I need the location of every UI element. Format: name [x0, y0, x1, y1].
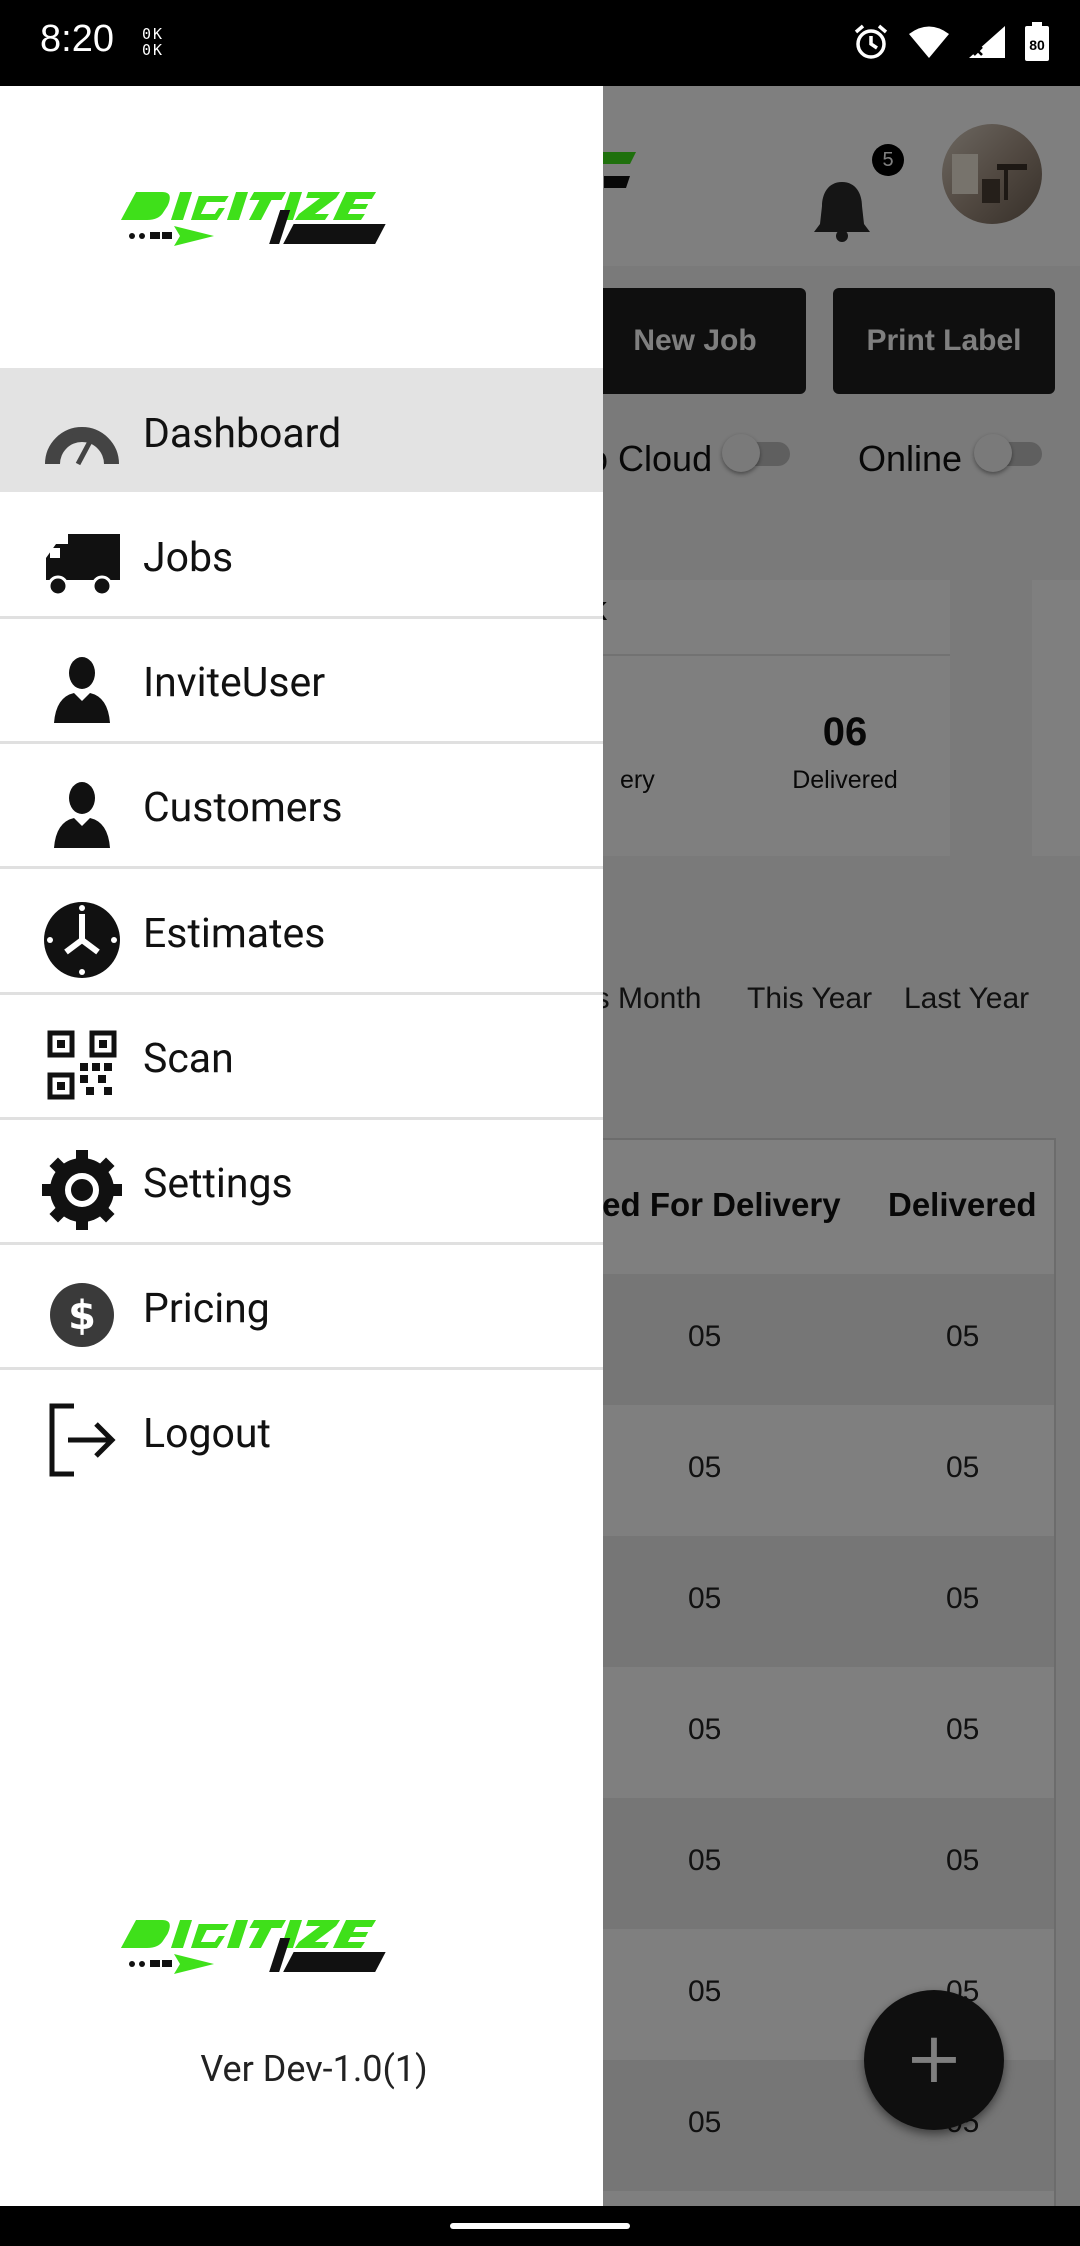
menu-label: Customers: [143, 784, 343, 832]
menu-item-inviteuser[interactable]: InviteUser: [0, 617, 603, 744]
menu-label: Pricing: [143, 1285, 270, 1333]
digitize-items-logo: [120, 192, 386, 246]
menu-label: Settings: [143, 1160, 293, 1208]
speedometer-icon: [45, 427, 119, 466]
svg-text:80: 80: [1029, 37, 1045, 53]
qr-code-icon: [47, 1030, 117, 1100]
menu-item-jobs[interactable]: Jobs: [0, 492, 603, 619]
clock-icon: [44, 902, 120, 978]
person-icon: [54, 657, 110, 723]
wifi-icon: [909, 26, 949, 58]
menu-item-settings[interactable]: Settings: [0, 1118, 603, 1245]
navigation-drawer: Dashboard Jobs InviteUser Customers Esti…: [0, 86, 603, 2206]
menu-label: Dashboard: [143, 410, 342, 458]
menu-item-estimates[interactable]: Estimates: [0, 868, 603, 995]
status-bar: 8:20 0K 0K 80: [0, 0, 1080, 86]
dollar-icon: $: [50, 1283, 114, 1347]
ok-badge: 0K 0K: [142, 25, 165, 59]
gear-icon: [42, 1150, 122, 1230]
menu-item-pricing[interactable]: $ Pricing: [0, 1243, 603, 1370]
alarm-icon: [854, 24, 888, 59]
menu-item-dashboard[interactable]: Dashboard: [0, 368, 603, 492]
menu-label: Jobs: [143, 534, 234, 582]
status-time: 8:20: [40, 18, 114, 60]
menu-label: InviteUser: [143, 659, 326, 707]
logout-icon: [49, 1403, 116, 1477]
menu-label: Estimates: [143, 910, 326, 958]
signal-icon: [969, 26, 1005, 58]
svg-text:$: $: [68, 1293, 96, 1339]
menu-item-customers[interactable]: Customers: [0, 742, 603, 869]
menu-label: Logout: [143, 1410, 271, 1458]
person-icon: [54, 782, 110, 848]
menu-item-logout[interactable]: Logout: [0, 1368, 603, 1492]
battery-icon: 80: [1025, 22, 1049, 61]
app-version: Ver Dev-1.0(1): [200, 2048, 428, 2090]
system-nav-bar: [0, 2206, 1080, 2246]
truck-icon: [46, 534, 120, 597]
home-gesture-handle[interactable]: [450, 2223, 630, 2229]
digitize-items-logo: [120, 1920, 386, 1974]
menu-label: Scan: [143, 1035, 234, 1083]
menu-item-scan[interactable]: Scan: [0, 993, 603, 1120]
